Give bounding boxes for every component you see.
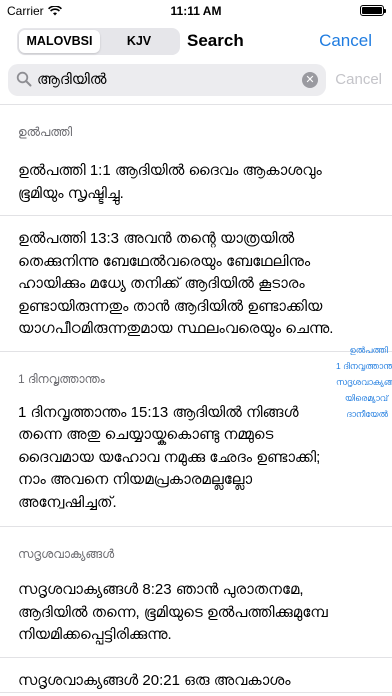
index-item[interactable]: 1 ദിനവൃത്താന്തം (336, 358, 392, 374)
section-index[interactable]: ഉൽപത്തി 1 ദിനവൃത്താന്തം സദൃശവാക്യങ്ങൾ യി… (336, 342, 392, 422)
index-item[interactable]: ഉൽപത്തി (336, 342, 388, 358)
verse-row[interactable]: 1 ദിനവൃത്താന്തം 15:13 ആദിയിൽ നിങ്ങൾ തന്ന… (0, 402, 392, 527)
verse-text: സദൃശവാക്യങ്ങൾ 20:21 ഒരു അവകാശം (18, 671, 291, 689)
index-item[interactable]: ദാനീയേൽ (336, 406, 388, 422)
section-header: ഉൽപത്തി (18, 125, 73, 139)
verse-row[interactable]: സദൃശവാക്യങ്ങൾ 8:23 ഞാൻ പുരാതനമേ, ആദിയിൽ … (0, 577, 392, 658)
search-icon (16, 71, 32, 87)
verse-row[interactable]: ഉൽപത്തി 1:1 ആദിയിൽ ദൈവം ആകാശവും ഭൂമിയും … (0, 155, 392, 216)
section-header: സദൃശവാക്യങ്ങൾ (18, 547, 115, 561)
nav-cancel-button[interactable]: Cancel (319, 31, 372, 51)
status-time: 11:11 AM (170, 4, 222, 18)
status-bar: Carrier 11:11 AM (0, 0, 392, 22)
segment-kjv[interactable]: KJV (100, 30, 178, 53)
translation-segmented-control: MALOVBSI KJV (17, 28, 180, 55)
verse-text: 1 ദിനവൃത്താന്തം 15:13 ആദിയിൽ നിങ്ങൾ തന്ന… (18, 403, 321, 511)
section-header: 1 ദിനവൃത്താന്തം (18, 371, 105, 386)
navigation-bar: MALOVBSI KJV Search Cancel (0, 22, 392, 60)
page-title: Search (187, 31, 244, 50)
verse-text: സദൃശവാക്യങ്ങൾ 8:23 ഞാൻ പുരാതനമേ, ആദിയിൽ … (18, 581, 328, 643)
clear-icon[interactable]: ✕ (302, 72, 318, 88)
verse-row[interactable]: സദൃശവാക്യങ്ങൾ 20:21 ഒരു അവകാശം (0, 658, 392, 693)
index-item[interactable]: യിരെമ്യാവ് (336, 390, 388, 406)
battery-icon (360, 5, 386, 16)
search-cancel-button[interactable]: Cancel (335, 71, 382, 88)
verse-text: ഉൽപത്തി 1:1 ആദിയിൽ ദൈവം ആകാശവും ഭൂമിയും … (18, 162, 322, 202)
results-list: ഉൽപത്തി ഉൽപത്തി 1:1 ആദിയിൽ ദൈവം ആകാശവും … (0, 105, 392, 693)
search-input[interactable]: ആദിയിൽ (37, 71, 106, 88)
index-item[interactable]: സദൃശവാക്യങ്ങൾ (336, 374, 392, 390)
segment-malovbsi[interactable]: MALOVBSI (19, 30, 100, 53)
verse-row[interactable]: ഉൽപത്തി 13:3 അവൻ തന്റെ യാത്രയിൽ തെക്കുനി… (0, 216, 392, 352)
search-field[interactable]: ആദിയിൽ ✕ (8, 64, 326, 96)
verse-text: ഉൽപത്തി 13:3 അവൻ തന്റെ യാത്രയിൽ തെക്കുനി… (18, 230, 334, 337)
